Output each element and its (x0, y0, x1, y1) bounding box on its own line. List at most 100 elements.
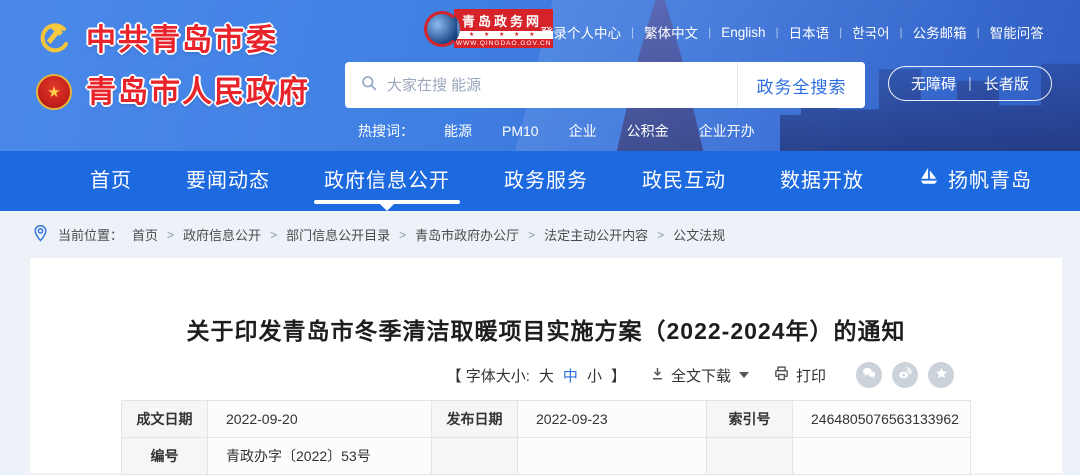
meta-label-empty (432, 438, 518, 475)
print-label: 打印 (796, 365, 826, 386)
municipal-government-link[interactable]: ★ 青岛市人民政府 (36, 74, 310, 110)
meta-value-doc-number: 青政办字〔2022〕53号 (208, 438, 432, 475)
breadcrumb-separator: > (657, 228, 664, 242)
chevron-down-icon (739, 372, 749, 378)
accessibility-mode-button[interactable]: 无障碍 (911, 73, 956, 94)
pill-separator: | (968, 75, 972, 92)
smart-qa-link[interactable]: 智能问答 (990, 22, 1044, 42)
korean-link[interactable]: 한국어 (852, 22, 889, 42)
hot-search-term[interactable]: 公积金 (627, 121, 669, 141)
hot-search-term[interactable]: 能源 (444, 121, 472, 141)
search-icon (361, 75, 377, 96)
wechat-share-button[interactable] (856, 362, 882, 388)
nav-home[interactable]: 首页 (86, 151, 136, 211)
meta-label-index-number: 索引号 (707, 401, 793, 438)
meta-value-publish-date: 2022-09-23 (518, 401, 707, 438)
logo-text-block: 青岛政务网 ★ ★ ★ ★ ★ WWW.QINGDAO.GOV.CN (454, 9, 553, 48)
breadcrumb-separator: > (270, 228, 277, 242)
font-size-small-button[interactable]: 小 (587, 365, 602, 386)
traditional-chinese-link[interactable]: 繁体中文 (644, 22, 698, 42)
logo-url-text: WWW.QINGDAO.GOV.CN (454, 39, 553, 48)
download-label: 全文下载 (671, 365, 731, 386)
globe-logo-icon (424, 11, 460, 47)
site-header: 中共青岛市委 ★ 青岛市人民政府 青岛政务网 ★ ★ ★ ★ ★ WWW.QIN… (0, 0, 1080, 151)
japanese-link[interactable]: 日本语 (789, 22, 830, 42)
breadcrumb-dept-directory[interactable]: 部门信息公开目录 (286, 225, 390, 244)
nav-label: 政务服务 (504, 151, 588, 211)
nav-open-data[interactable]: 数据开放 (776, 151, 868, 211)
logo-title: 青岛政务网 (454, 9, 553, 31)
municipal-government-name: 青岛市人民政府 (86, 76, 310, 109)
meta-value-index-number: 2464805076563133962 (793, 401, 971, 438)
logo-stars-decoration: ★ ★ ★ ★ ★ (454, 31, 553, 39)
search-button[interactable]: 政务全搜索 (737, 62, 865, 108)
download-fulltext-button[interactable]: 全文下载 (650, 365, 749, 386)
link-separator: | (631, 25, 634, 39)
hot-search-term[interactable]: 企业开办 (699, 121, 755, 141)
link-separator: | (900, 25, 903, 39)
nav-label: 政民互动 (642, 151, 726, 211)
breadcrumb-statutory-disclosure[interactable]: 法定主动公开内容 (544, 225, 648, 244)
font-size-large-button[interactable]: 大 (539, 365, 554, 386)
breadcrumb-location-label: 当前位置： (58, 225, 123, 244)
party-committee-name: 中共青岛市委 (86, 24, 278, 57)
party-committee-link[interactable]: 中共青岛市委 (36, 20, 310, 61)
hot-search-term[interactable]: PM10 (502, 123, 539, 139)
nav-sailing-qingdao[interactable]: 扬帆青岛 (914, 151, 1036, 211)
search-input[interactable] (387, 77, 737, 94)
nav-label: 政府信息公开 (324, 151, 450, 211)
table-row: 编号 青政办字〔2022〕53号 (122, 438, 971, 475)
search-input-area (345, 62, 737, 108)
link-separator: | (839, 25, 842, 39)
font-size-label: 【 字体大小: (447, 365, 530, 386)
document-meta-table: 成文日期 2022-09-20 发布日期 2022-09-23 索引号 2464… (121, 400, 971, 475)
meta-value-empty (518, 438, 707, 475)
font-size-label-close: 】 (611, 365, 626, 386)
nav-news[interactable]: 要闻动态 (182, 151, 274, 211)
official-mailbox-link[interactable]: 公务邮箱 (913, 22, 967, 42)
article-toolbar: 【 字体大小: 大 中 小 】 全文下载 (30, 362, 1062, 388)
nav-label: 扬帆青岛 (948, 151, 1032, 211)
share-buttons (856, 362, 954, 388)
accessibility-pill: 无障碍 | 长者版 (888, 66, 1052, 101)
sailboat-icon (918, 151, 940, 211)
breadcrumb-gov-info[interactable]: 政府信息公开 (183, 225, 261, 244)
site-logo[interactable]: 青岛政务网 ★ ★ ★ ★ ★ WWW.QINGDAO.GOV.CN (424, 9, 553, 48)
printer-icon (773, 365, 790, 386)
nav-label: 要闻动态 (186, 151, 270, 211)
star-icon (934, 366, 949, 385)
breadcrumb-official-docs[interactable]: 公文法规 (673, 225, 725, 244)
hot-search-label: 热搜词： (358, 121, 414, 141)
link-separator: | (776, 25, 779, 39)
print-button[interactable]: 打印 (773, 365, 826, 386)
meta-value-empty (793, 438, 971, 475)
location-pin-icon (32, 224, 49, 246)
weibo-share-button[interactable] (892, 362, 918, 388)
font-size-widget: 【 字体大小: 大 中 小 】 (447, 365, 626, 386)
english-link[interactable]: English (721, 25, 765, 40)
party-emblem-icon (36, 20, 72, 61)
nav-government-info-disclosure[interactable]: 政府信息公开 (320, 151, 454, 211)
meta-label-written-date: 成文日期 (122, 401, 208, 438)
nav-label: 首页 (90, 151, 132, 211)
wechat-icon (861, 365, 877, 385)
main-nav: 首页 要闻动态 政府信息公开 政务服务 政民互动 数据开放 扬帆青岛 (0, 151, 1080, 211)
article-card: 关于印发青岛市冬季清洁取暖项目实施方案（2022-2024年）的通知 【 字体大… (30, 258, 1062, 473)
login-personal-center-link[interactable]: 登录个人中心 (540, 22, 621, 42)
font-size-medium-button[interactable]: 中 (563, 365, 578, 386)
page-title: 关于印发青岛市冬季清洁取暖项目实施方案（2022-2024年）的通知 (30, 258, 1062, 346)
brand-block: 中共青岛市委 ★ 青岛市人民政府 (36, 20, 310, 110)
breadcrumb-home[interactable]: 首页 (132, 225, 158, 244)
link-separator: | (977, 25, 980, 39)
national-emblem-icon: ★ (36, 74, 72, 110)
nav-government-services[interactable]: 政务服务 (500, 151, 592, 211)
download-icon (650, 366, 665, 385)
favorite-button[interactable] (928, 362, 954, 388)
elderly-version-button[interactable]: 长者版 (984, 73, 1029, 94)
nav-public-interaction[interactable]: 政民互动 (638, 151, 730, 211)
hot-search-term[interactable]: 企业 (569, 121, 597, 141)
meta-label-empty (707, 438, 793, 475)
breadcrumb-gov-office[interactable]: 青岛市政府办公厅 (415, 225, 519, 244)
breadcrumb-separator: > (399, 228, 406, 242)
meta-value-written-date: 2022-09-20 (208, 401, 432, 438)
